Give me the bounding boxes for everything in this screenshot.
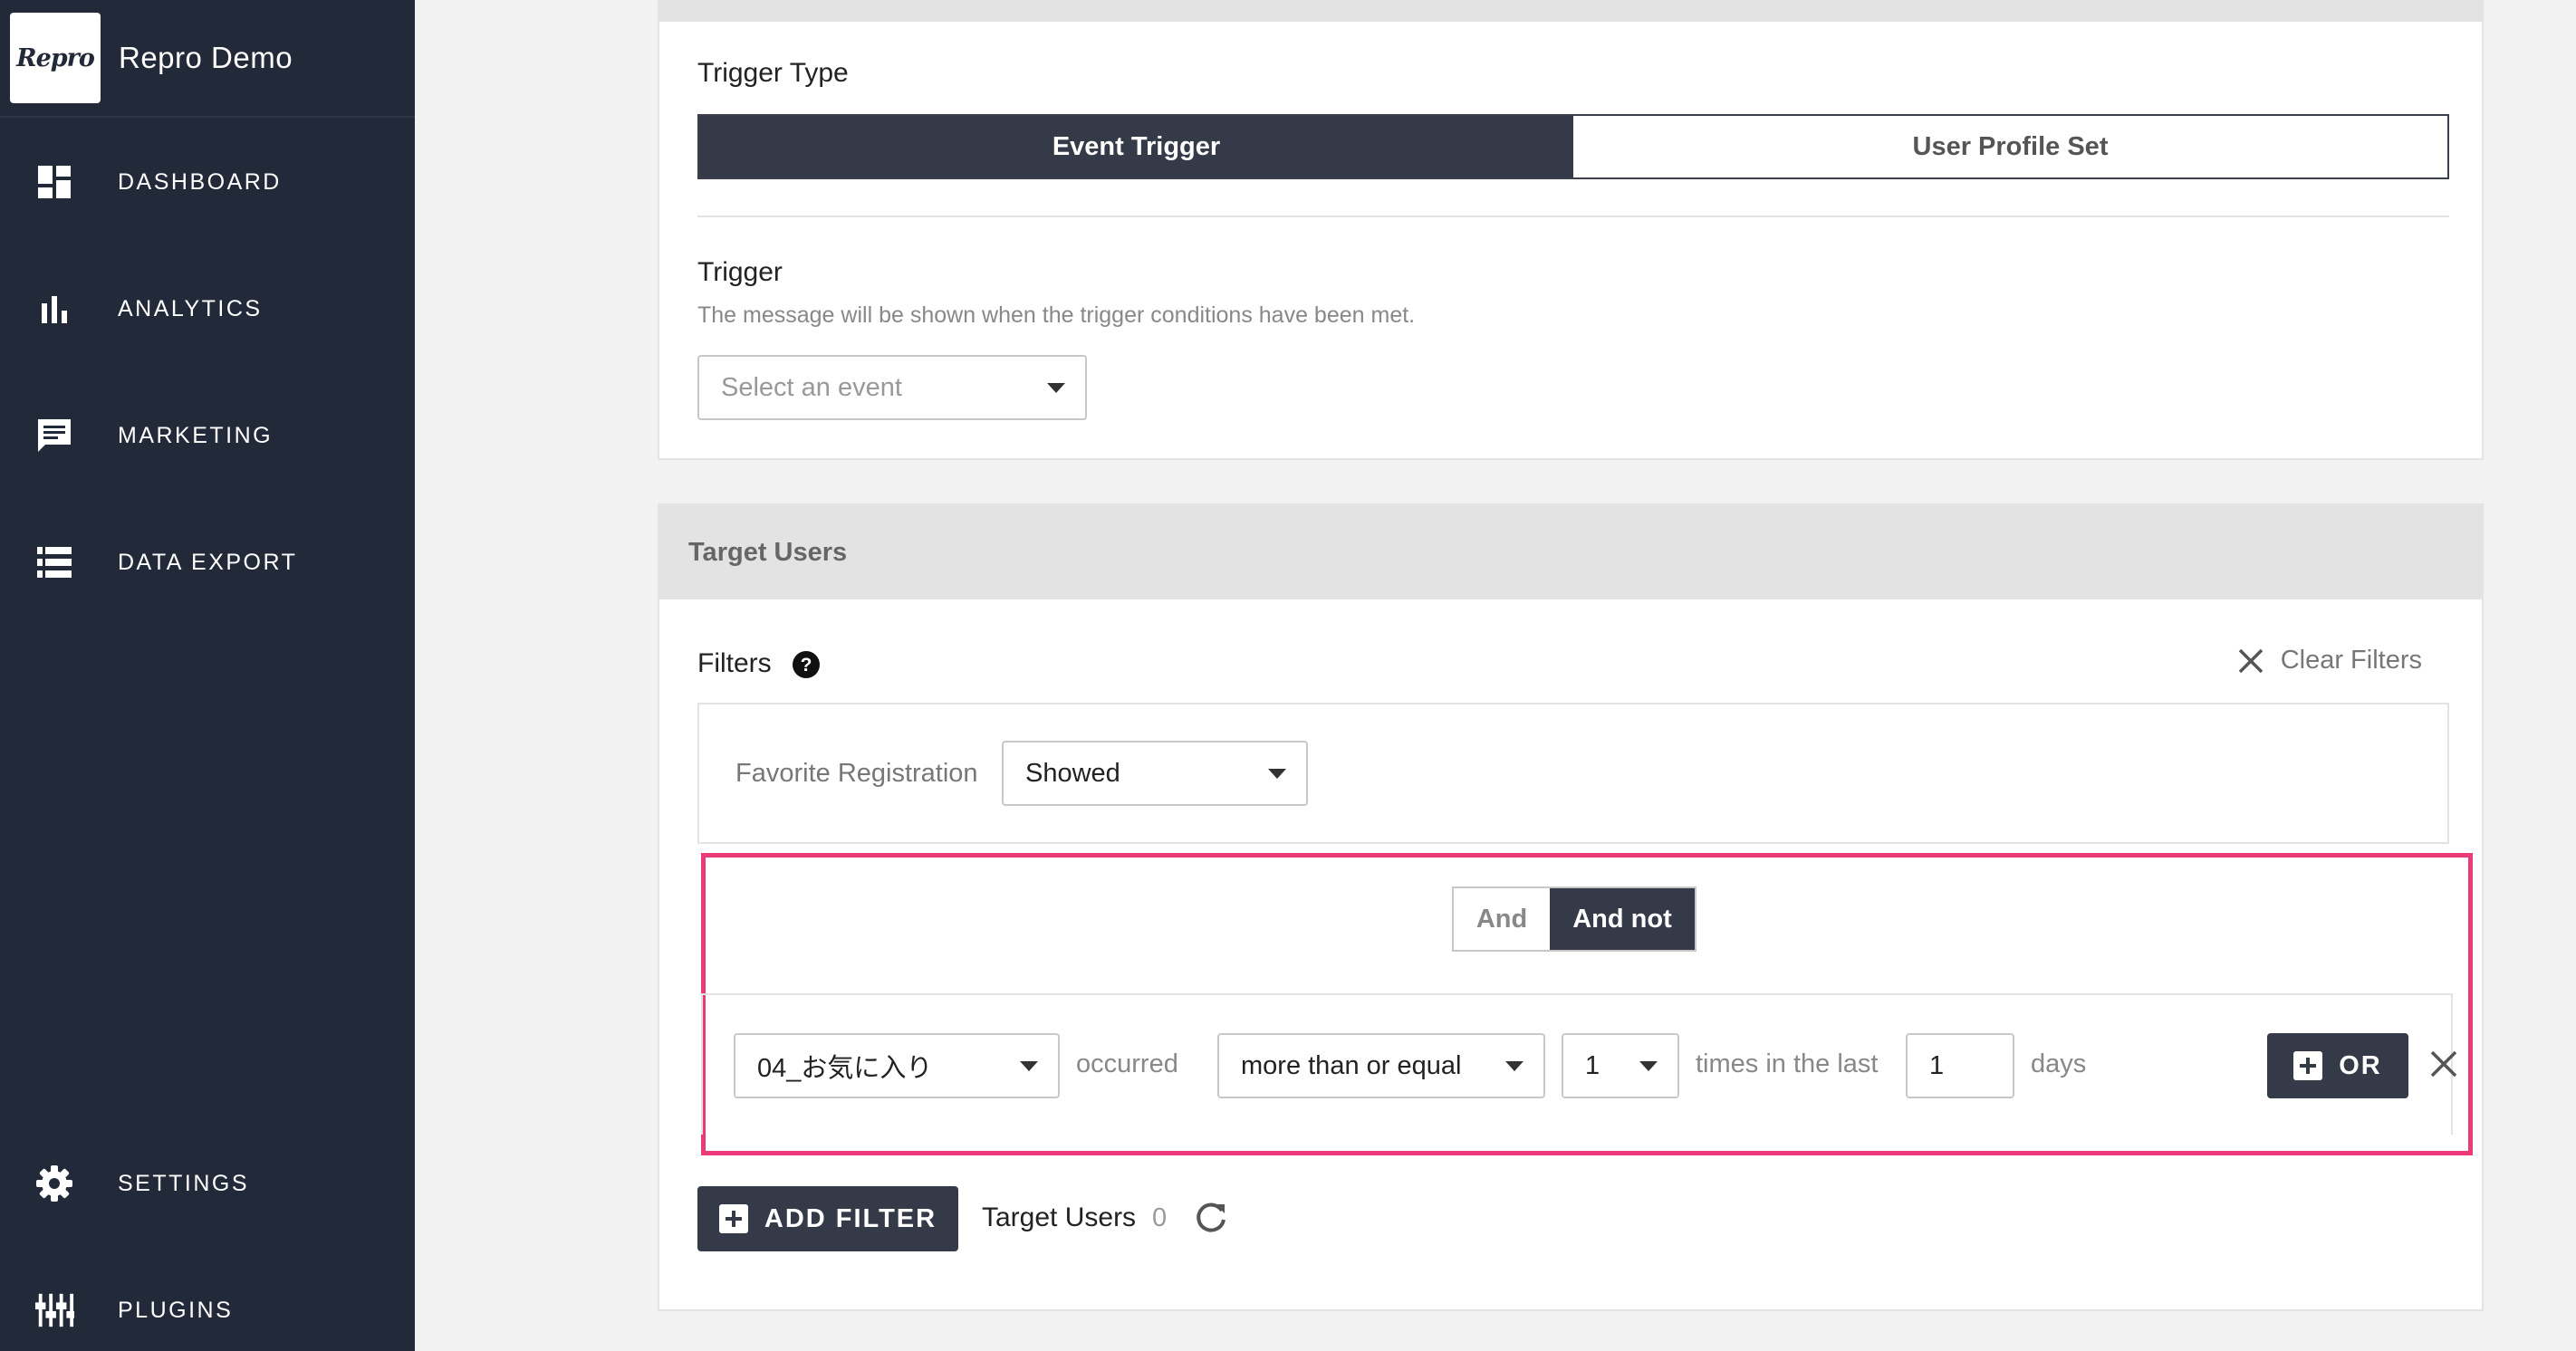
comparison-select[interactable]: more than or equal [1217,1033,1545,1098]
nav-item-analytics[interactable]: ANALYTICS [0,268,415,350]
filter-name: Favorite Registration [735,759,978,788]
dashboard-icon [34,162,74,202]
list-icon [34,542,74,582]
nav-item-plugins[interactable]: PLUGINS [0,1270,415,1351]
nav-item-settings[interactable]: SETTINGS [0,1143,415,1224]
period-input[interactable]: 1 [1906,1033,2014,1098]
trigger-description: The message will be shown when the trigg… [697,302,1416,328]
close-icon [2238,648,2263,673]
trigger-label: Trigger [697,257,783,287]
brand-header[interactable]: Repro Repro Demo [0,0,415,118]
condition-row: 04_お気に入り occurred more than or equal 1 t… [701,993,2457,1135]
card-header-strip [659,0,2482,22]
event-select[interactable]: Select an event [697,355,1087,420]
plus-icon [718,1204,748,1233]
sidebar: Repro Repro Demo DASHBOARD ANALYTICS MAR… [0,0,415,1351]
filter-row-favorite-registration: Favorite Registration Showed [697,703,2449,844]
chevron-down-icon [1020,1061,1038,1071]
chevron-down-icon [1639,1061,1658,1071]
filters-label: Filters [697,648,772,678]
and-button[interactable]: And [1454,888,1550,950]
tab-user-profile-set[interactable]: User Profile Set [1573,116,2447,177]
chevron-down-icon [1505,1061,1523,1071]
repro-logo: Repro [10,13,101,103]
event-select[interactable]: 04_お気に入り [734,1033,1060,1098]
clear-filters-button[interactable]: Clear Filters [2237,646,2422,676]
bar-chart-icon [34,289,74,329]
message-icon [34,416,74,455]
logic-toggle: And And not [1452,886,1697,952]
add-filter-button[interactable]: ADD FILTER [697,1186,958,1251]
nav-item-data-export[interactable]: DATA EXPORT [0,522,415,603]
days-text: days [2031,1049,2087,1078]
chevron-down-icon [1047,383,1065,393]
target-users-card: Target Users Filters ? Clear Filters Fav… [658,503,2484,1311]
close-icon [2430,1050,2457,1078]
trigger-type-toggle: Event Trigger User Profile Set [697,114,2449,179]
add-or-button[interactable]: OR [2267,1033,2408,1098]
svg-text:?: ? [801,655,812,676]
highlighted-condition-group: And And not 04_お気に入り occurred more than … [701,853,2473,1155]
trigger-card: Trigger Type Event Trigger User Profile … [658,0,2484,460]
target-users-label: Target Users [982,1202,1137,1232]
divider [697,216,2449,217]
refresh-icon[interactable] [1194,1201,1228,1240]
nav-item-dashboard[interactable]: DASHBOARD [0,141,415,223]
plugins-icon [34,1290,74,1330]
and-not-button[interactable]: And not [1550,888,1695,950]
times-in-last-text: times in the last [1696,1049,1879,1078]
gear-icon [34,1164,74,1203]
target-users-count: 0 [1152,1203,1168,1232]
filter-value-select[interactable]: Showed [1002,741,1308,806]
nav-item-marketing[interactable]: MARKETING [0,395,415,476]
trigger-type-label: Trigger Type [697,58,849,88]
app-name: Repro Demo [119,41,293,74]
plus-icon [2293,1051,2323,1080]
occurred-text: occurred [1076,1049,1178,1078]
chevron-down-icon [1268,769,1286,779]
remove-condition-button[interactable] [2429,1049,2458,1083]
count-select[interactable]: 1 [1562,1033,1679,1098]
target-users-header: Target Users [659,505,2482,599]
help-icon[interactable]: ? [792,650,821,679]
tab-event-trigger[interactable]: Event Trigger [699,116,1573,177]
